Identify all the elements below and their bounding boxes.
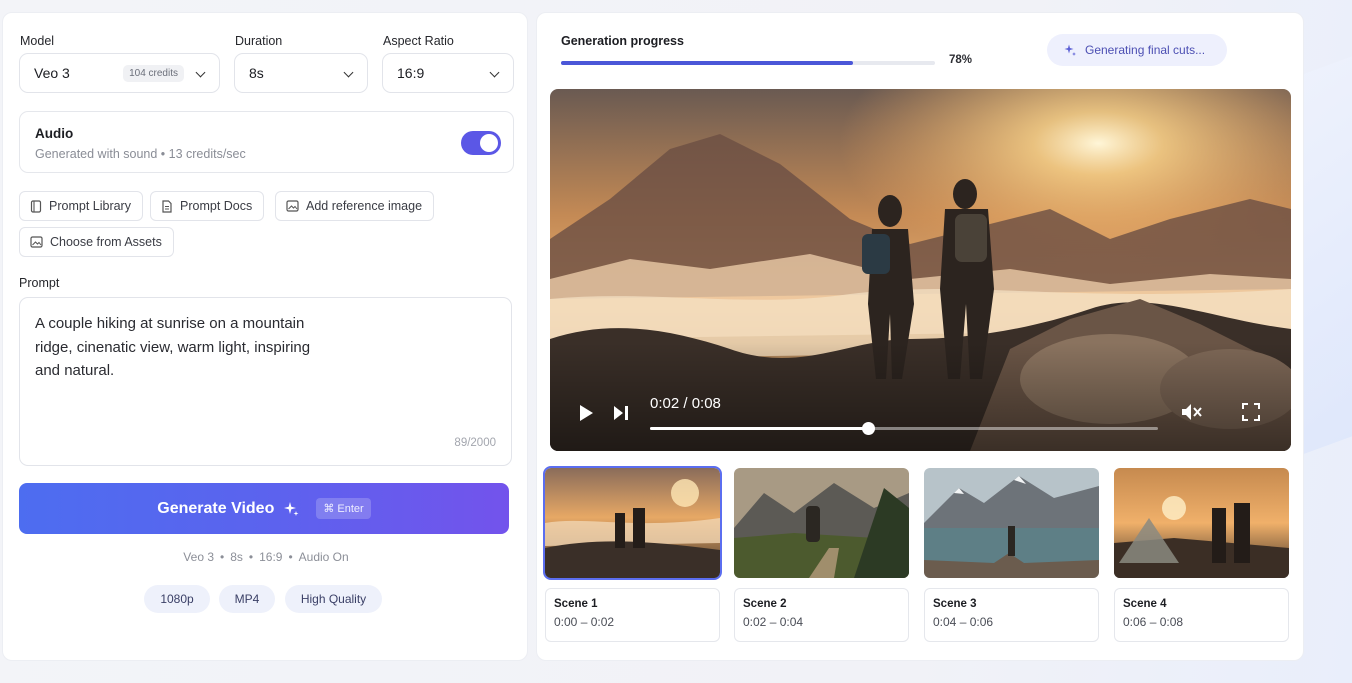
audio-title: Audio xyxy=(35,126,74,141)
scene-time: 0:02 – 0:04 xyxy=(743,615,804,629)
audio-setting-card: Audio Generated with sound • 13 credits/… xyxy=(19,111,514,173)
sparkle-icon xyxy=(1064,44,1076,56)
scene-thumbnail[interactable] xyxy=(734,468,909,578)
scene-name: Scene 3 xyxy=(933,598,977,610)
video-scrubber-handle[interactable] xyxy=(862,422,875,435)
toggle-knob xyxy=(480,134,498,152)
add-reference-image-label: Add reference image xyxy=(306,199,423,213)
scene-info: Scene 1 0:00 – 0:02 xyxy=(545,588,720,642)
playback-time: 0:02 / 0:08 xyxy=(650,395,721,412)
scene-3-image xyxy=(924,468,1099,578)
choose-from-assets-label: Choose from Assets xyxy=(50,235,162,249)
audio-toggle[interactable] xyxy=(461,131,501,155)
prompt-library-button[interactable]: Prompt Library xyxy=(19,191,143,221)
chevron-down-icon xyxy=(490,69,499,78)
skip-forward-icon[interactable] xyxy=(612,404,630,422)
video-scrubber[interactable] xyxy=(650,422,1158,435)
book-icon xyxy=(30,199,42,213)
choose-from-assets-button[interactable]: Choose from Assets xyxy=(19,227,174,257)
generation-status-text: Generating final cuts... xyxy=(1085,43,1206,57)
aspect-ratio-value: 16:9 xyxy=(397,65,425,81)
generation-progress-bar xyxy=(561,61,935,65)
video-scrubber-fill xyxy=(650,427,868,430)
aspect-ratio-label: Aspect Ratio xyxy=(383,34,454,48)
scene-time: 0:06 – 0:08 xyxy=(1123,615,1184,629)
model-value: Veo 3 xyxy=(34,65,70,81)
scene-thumbnail[interactable] xyxy=(543,466,722,580)
aspect-ratio-select[interactable]: 16:9 xyxy=(382,53,514,93)
model-select[interactable]: Veo 3 104 credits xyxy=(19,53,220,93)
keyboard-shortcut-badge: ⌘ Enter xyxy=(316,498,371,519)
prompt-text: A couple hiking at sunrise on a mountain… xyxy=(35,315,311,379)
generation-progress-fill xyxy=(561,61,853,65)
duration-value: 8s xyxy=(249,65,264,81)
duration-label: Duration xyxy=(235,34,283,48)
scene-thumbnail[interactable] xyxy=(924,468,1099,578)
image-icon xyxy=(286,200,299,212)
prompt-docs-label: Prompt Docs xyxy=(180,199,253,213)
quality-tag: High Quality xyxy=(285,585,382,613)
generation-summary: Veo 3 • 8s • 16:9 • Audio On xyxy=(183,550,349,564)
play-icon[interactable] xyxy=(578,404,594,422)
scene-card-4[interactable]: Scene 4 0:06 – 0:08 xyxy=(1114,468,1289,642)
scene-4-image xyxy=(1114,468,1289,578)
preview-panel: Generation progress 78% Generating final… xyxy=(536,12,1304,661)
generation-progress-percent: 78% xyxy=(949,54,973,66)
scene-card-3[interactable]: Scene 3 0:04 – 0:06 xyxy=(924,468,1099,642)
credits-badge: 104 credits xyxy=(123,64,184,82)
sparkle-icon xyxy=(284,501,299,516)
scene-1-image xyxy=(545,468,720,578)
summary-duration: 8s xyxy=(230,550,243,564)
document-icon xyxy=(162,199,172,213)
prompt-docs-button[interactable]: Prompt Docs xyxy=(150,191,265,221)
chevron-down-icon xyxy=(196,69,205,78)
scene-2-image xyxy=(734,468,909,578)
add-reference-image-button[interactable]: Add reference image xyxy=(275,191,435,221)
scene-name: Scene 4 xyxy=(1123,598,1167,610)
video-player[interactable]: 0:02 / 0:08 xyxy=(550,89,1291,451)
generation-settings-panel: Model Veo 3 104 credits Duration 8s Aspe… xyxy=(2,12,528,661)
scene-time: 0:00 – 0:02 xyxy=(554,615,615,629)
generate-video-label: Generate Video xyxy=(157,499,275,517)
scene-thumbnail[interactable] xyxy=(1114,468,1289,578)
model-label: Model xyxy=(20,34,55,48)
audio-subtitle: Generated with sound • 13 credits/sec xyxy=(35,147,246,161)
summary-aspect: 16:9 xyxy=(259,550,283,564)
prompt-library-label: Prompt Library xyxy=(49,199,131,213)
prompt-textarea[interactable]: A couple hiking at sunrise on a mountain… xyxy=(19,297,512,466)
generate-video-button[interactable]: Generate Video ⌘ Enter xyxy=(19,483,509,534)
scene-info: Scene 3 0:04 – 0:06 xyxy=(924,588,1099,642)
scene-info: Scene 2 0:02 – 0:04 xyxy=(734,588,909,642)
summary-audio: Audio On xyxy=(298,550,349,564)
fullscreen-icon[interactable] xyxy=(1242,403,1260,421)
character-count: 89/2000 xyxy=(454,436,496,449)
scene-card-2[interactable]: Scene 2 0:02 – 0:04 xyxy=(734,468,909,642)
resolution-tag: 1080p xyxy=(144,585,210,613)
scene-info: Scene 4 0:06 – 0:08 xyxy=(1114,588,1289,642)
generation-status-pill: Generating final cuts... xyxy=(1047,34,1227,66)
generation-progress-label: Generation progress xyxy=(561,34,684,48)
image-icon xyxy=(30,236,43,248)
format-tag: MP4 xyxy=(219,585,275,613)
summary-model: Veo 3 xyxy=(183,550,214,564)
scene-name: Scene 1 xyxy=(554,598,598,610)
scene-card-1[interactable]: Scene 1 0:00 – 0:02 xyxy=(543,466,722,642)
scene-time: 0:04 – 0:06 xyxy=(933,615,994,629)
scene-name: Scene 2 xyxy=(743,598,787,610)
duration-select[interactable]: 8s xyxy=(234,53,368,93)
mute-icon[interactable] xyxy=(1180,402,1202,422)
prompt-label: Prompt xyxy=(19,276,60,290)
chevron-down-icon xyxy=(344,69,353,78)
